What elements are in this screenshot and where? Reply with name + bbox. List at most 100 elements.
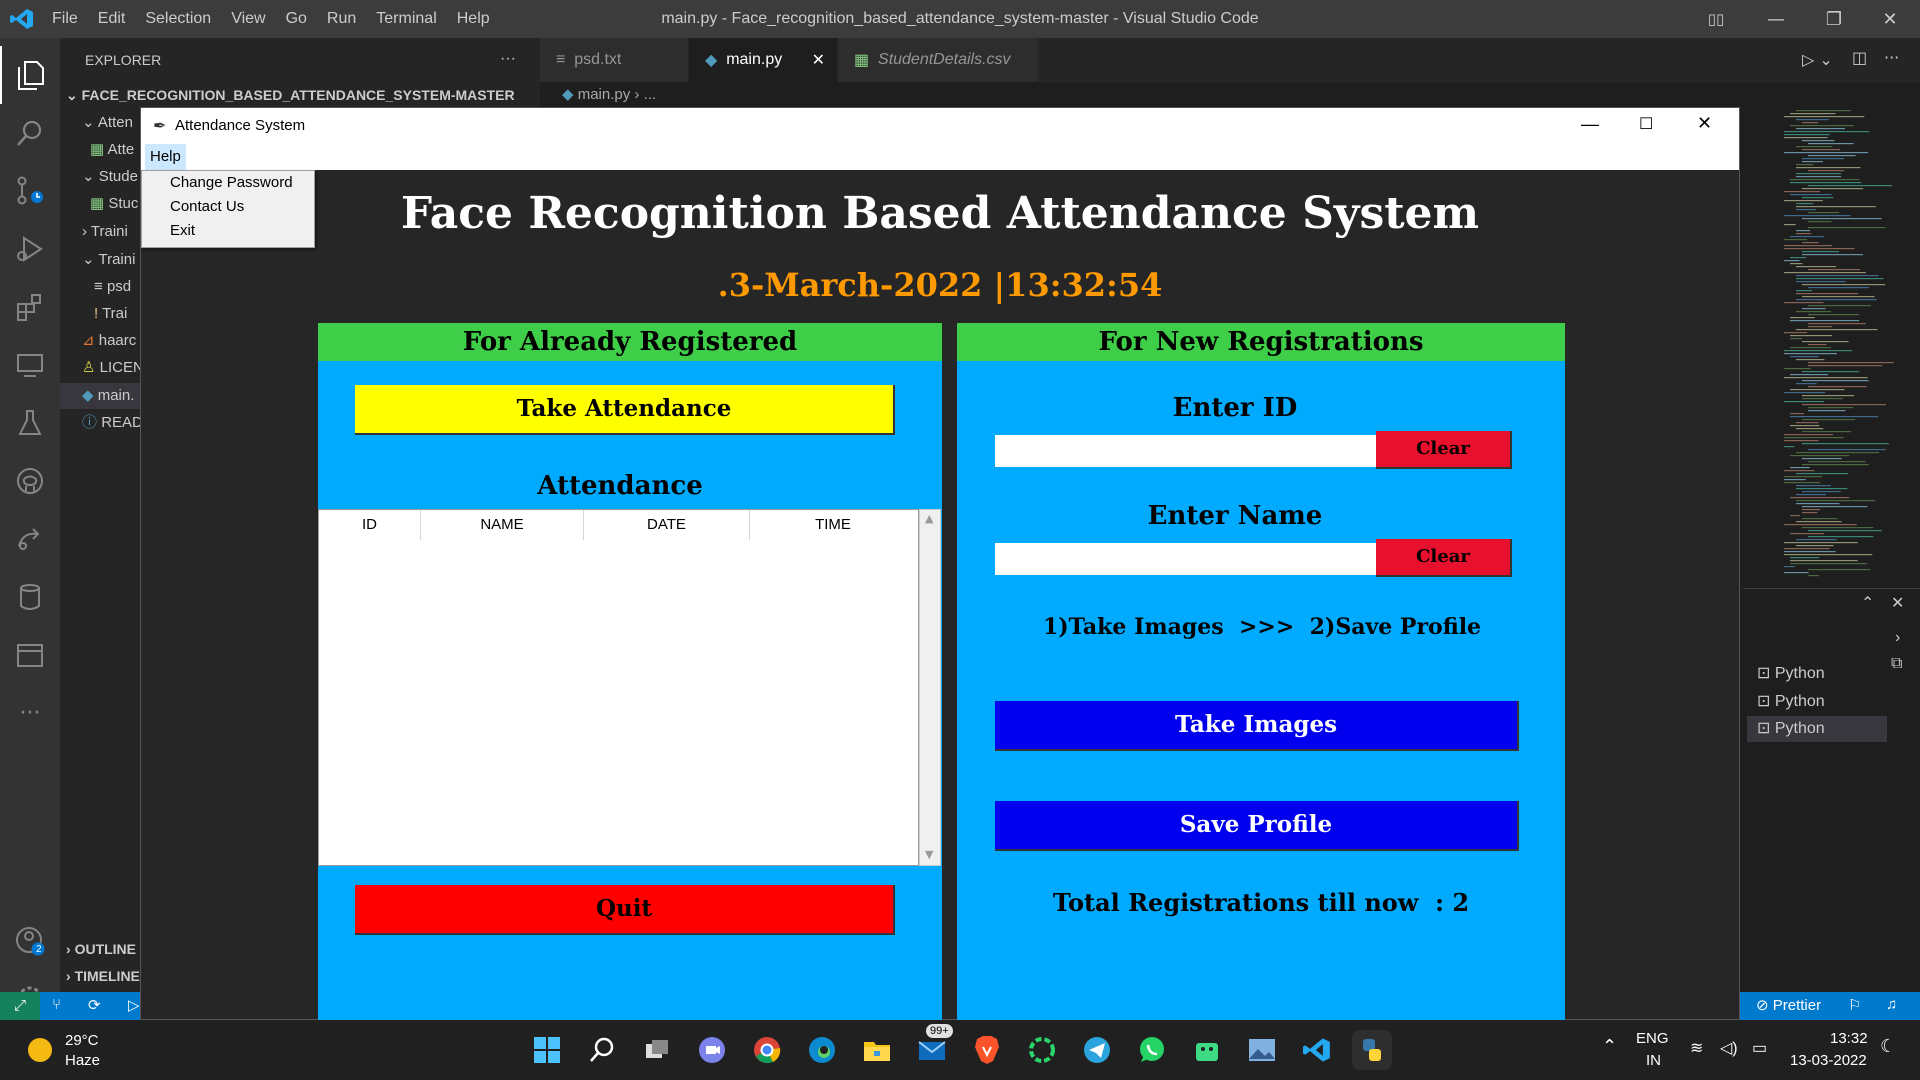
id-input[interactable] <box>995 435 1377 467</box>
explorer-icon[interactable] <box>0 46 60 104</box>
tk-maximize-icon[interactable]: ☐ <box>1639 114 1653 134</box>
menu-terminal[interactable]: Terminal <box>366 10 446 28</box>
split-editor-icon[interactable]: ◫ <box>1852 48 1867 67</box>
menu-selection[interactable]: Selection <box>135 10 221 28</box>
scroll-up-icon[interactable]: ▲ <box>925 512 933 525</box>
close-panel-icon[interactable]: ✕ <box>1891 593 1904 613</box>
language-secondary[interactable]: IN <box>1646 1052 1661 1069</box>
terminal-item-active[interactable]: ⊡ Python <box>1747 716 1887 742</box>
whatsapp-icon[interactable] <box>1132 1030 1172 1070</box>
database-icon[interactable] <box>0 568 60 626</box>
live-share-icon[interactable] <box>0 510 60 568</box>
python-taskbar-icon[interactable] <box>1352 1030 1392 1070</box>
tree-item-haarcascade[interactable]: ⊿ haarc <box>82 328 136 354</box>
volume-icon[interactable]: ◁) <box>1720 1038 1738 1058</box>
account-icon[interactable]: 2 <box>0 912 60 970</box>
layout-icon[interactable]: ▯▯ <box>1688 0 1744 38</box>
explorer-more-icon[interactable]: ··· <box>500 46 516 72</box>
vscode-taskbar-icon[interactable] <box>1297 1030 1337 1070</box>
chevron-up-icon[interactable]: ⌃ <box>1861 593 1874 613</box>
taskbar-search-icon[interactable] <box>582 1030 622 1070</box>
language-primary[interactable]: ENG <box>1636 1030 1669 1047</box>
take-images-button[interactable]: Take Images <box>995 701 1519 751</box>
tab-main-py[interactable]: ◆ main.py ✕ <box>689 38 837 82</box>
telegram-icon[interactable] <box>1077 1030 1117 1070</box>
menu-go[interactable]: Go <box>276 10 317 28</box>
tree-item-student-folder[interactable]: ⌄ Stude <box>82 164 138 190</box>
tree-item-training-folder[interactable]: › Traini <box>82 219 128 245</box>
task-view-icon[interactable] <box>637 1030 677 1070</box>
column-header-time[interactable]: TIME <box>750 510 916 540</box>
edge-icon[interactable] <box>802 1030 842 1070</box>
run-file-icon[interactable]: ▷ ⌄ <box>1802 50 1833 69</box>
weather-sun-icon[interactable] <box>28 1038 52 1062</box>
restore-icon[interactable]: ❐ <box>1806 0 1862 38</box>
github-icon[interactable] <box>0 452 60 510</box>
notification-bell-icon[interactable]: ♫ <box>1886 996 1897 1013</box>
terminal-item[interactable]: ⊡ Python <box>1757 661 1907 687</box>
menu-edit[interactable]: Edit <box>88 10 136 28</box>
project-root[interactable]: ⌄ FACE_RECOGNITION_BASED_ATTENDANCE_SYST… <box>66 82 515 108</box>
quit-button[interactable]: Quit <box>355 885 895 935</box>
remote-icon[interactable]: ⤢ <box>0 992 40 1020</box>
terminal-item[interactable]: ⊡ Python <box>1757 689 1907 715</box>
tree-item-attendance-folder[interactable]: ⌄ Atten <box>82 110 133 136</box>
column-header-name[interactable]: NAME <box>421 510 584 540</box>
testing-icon[interactable] <box>0 394 60 452</box>
menu-help[interactable]: Help <box>447 10 500 28</box>
outline-section[interactable]: › OUTLINE <box>66 936 136 962</box>
chrome-icon[interactable] <box>747 1030 787 1070</box>
tree-item-student-csv[interactable]: ▦ Stuc <box>90 191 138 217</box>
minimap[interactable] <box>1780 108 1910 584</box>
prettier-status[interactable]: ⊘ Prettier <box>1756 996 1821 1014</box>
name-input[interactable] <box>995 543 1377 575</box>
chevron-right-icon[interactable]: › <box>1895 629 1900 647</box>
close-icon[interactable]: ✕ <box>1862 0 1918 38</box>
tk-minimize-icon[interactable]: — <box>1581 114 1599 135</box>
clear-id-button[interactable]: Clear <box>1376 431 1512 469</box>
tk-menu-help[interactable]: Help <box>145 144 186 170</box>
android-studio-icon[interactable] <box>1187 1030 1227 1070</box>
editor-more-icon[interactable]: ··· <box>1884 48 1899 67</box>
tab-psd-txt[interactable]: ≡ psd.txt <box>540 38 688 82</box>
teams-chat-icon[interactable] <box>692 1030 732 1070</box>
tree-item-license[interactable]: ♙ LICEN <box>82 355 144 381</box>
wifi-icon[interactable]: ≋ <box>1690 1038 1703 1058</box>
save-profile-button[interactable]: Save Profile <box>995 801 1519 851</box>
more-icon[interactable]: ··· <box>0 684 60 742</box>
tk-close-icon[interactable]: ✕ <box>1697 113 1712 134</box>
extensions-icon[interactable] <box>0 278 60 336</box>
menu-contact-us[interactable]: Contact Us <box>142 195 314 219</box>
battery-icon[interactable]: ▭ <box>1752 1038 1767 1058</box>
tab-close-icon[interactable]: ✕ <box>812 50 825 70</box>
menu-change-password[interactable]: Change Password <box>142 171 314 195</box>
breadcrumb-text[interactable]: main.py › ... <box>578 86 656 103</box>
sync-icon[interactable]: ⟳ <box>88 996 101 1014</box>
start-icon[interactable] <box>527 1030 567 1070</box>
menu-exit[interactable]: Exit <box>142 219 314 243</box>
tree-item-psd[interactable]: ≡ psd <box>94 274 131 300</box>
column-header-id[interactable]: ID <box>319 510 421 540</box>
brave-icon[interactable] <box>967 1030 1007 1070</box>
source-control-icon[interactable] <box>0 162 60 220</box>
menu-file[interactable]: File <box>42 10 88 28</box>
run-icon[interactable]: ▷ <box>128 996 140 1014</box>
scroll-down-icon[interactable]: ▼ <box>925 848 933 861</box>
run-debug-icon[interactable] <box>0 220 60 278</box>
table-scrollbar[interactable]: ▲ ▼ <box>919 509 941 866</box>
search-icon[interactable] <box>0 104 60 162</box>
tree-item-attendance-csv[interactable]: ▦ Atte <box>90 137 134 163</box>
tree-item-trainer[interactable]: ! Trai <box>94 301 127 327</box>
column-header-date[interactable]: DATE <box>584 510 750 540</box>
menu-view[interactable]: View <box>221 10 275 28</box>
panels-icon[interactable] <box>0 626 60 684</box>
attendance-table[interactable]: ID NAME DATE TIME <box>318 509 919 866</box>
tab-student-details-csv[interactable]: ▦ StudentDetails.csv <box>838 38 1038 82</box>
feedback-icon[interactable]: ⚐ <box>1848 996 1861 1014</box>
photos-icon[interactable] <box>1242 1030 1282 1070</box>
app-circle-icon[interactable] <box>1022 1030 1062 1070</box>
take-attendance-button[interactable]: Take Attendance <box>355 385 895 435</box>
menu-run[interactable]: Run <box>317 10 366 28</box>
timeline-section[interactable]: › TIMELINE <box>66 963 140 989</box>
night-mode-icon[interactable]: ☾ <box>1880 1036 1896 1057</box>
